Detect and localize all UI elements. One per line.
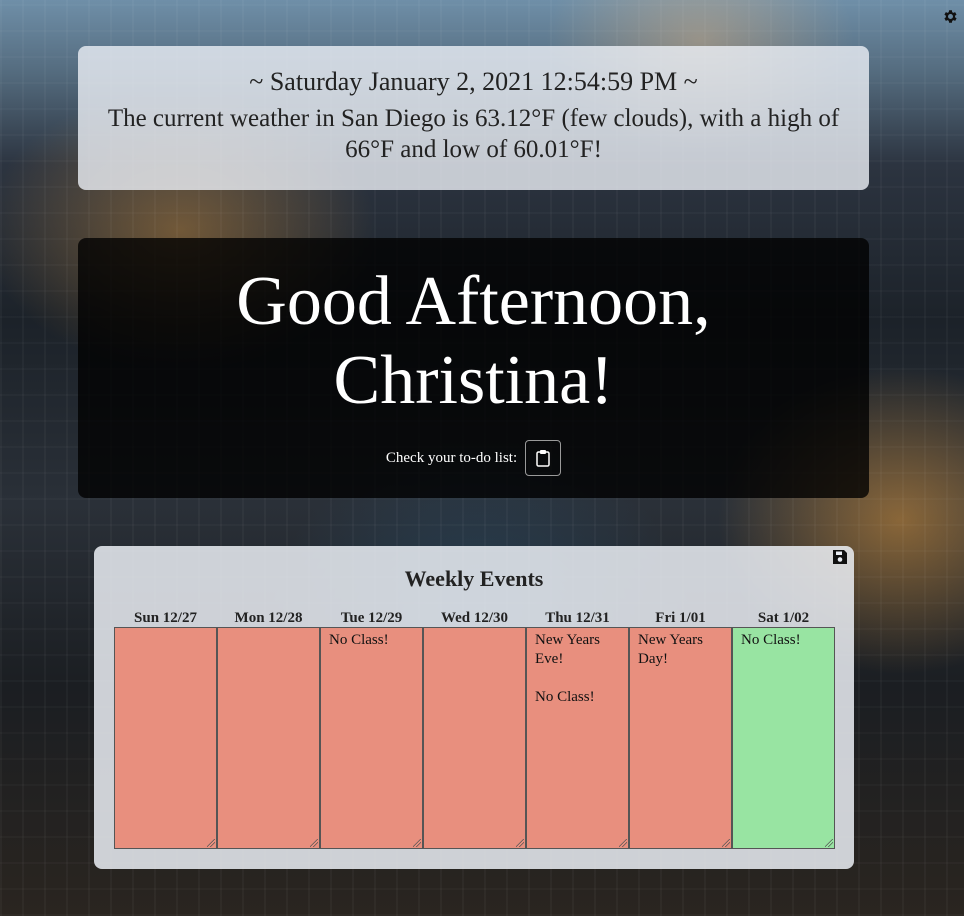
day-header: Mon 12/28 [234,610,303,626]
todo-label: Check your to-do list: [385,449,518,466]
clipboard-icon [536,450,550,467]
day-column: Wed 12/30 [423,609,526,849]
day-column: Sat 1/02 No Class! [732,609,835,849]
resize-handle[interactable] [413,839,421,847]
day-header: Sun 12/27 [134,610,197,626]
weather-summary: The current weather in San Diego is 63.1… [107,105,840,163]
day-header: Tue 12/29 [340,610,403,626]
day-header: Sat 1/02 [757,610,810,626]
day-notes-textarea[interactable] [423,627,526,849]
resize-handle[interactable] [619,839,627,847]
weather-panel: ~ Saturday January 2, 2021 12:54:59 PM ~… [78,46,869,190]
resize-handle[interactable] [516,839,524,847]
save-button[interactable] [832,549,850,567]
week-days: Sun 12/27 Mon 12/28 Tue 12/29 No Class! Wed … [114,609,835,849]
events-title: Weekly Events [404,566,544,591]
todo-list-button[interactable] [525,440,562,476]
day-column: Sun 12/27 [114,609,217,849]
day-notes-text: New Years Day! [638,632,707,667]
day-notes-textarea[interactable]: No Class! [732,627,835,849]
day-notes-text: No Class! [741,632,801,648]
day-notes-textarea[interactable] [217,627,320,849]
resize-handle[interactable] [825,839,833,847]
day-notes-textarea[interactable]: New Years Day! [629,627,732,849]
day-column: Fri 1/01 New Years Day! [629,609,732,849]
day-header: Fri 1/01 [655,610,706,626]
day-notes-textarea[interactable]: No Class! [320,627,423,849]
resize-handle[interactable] [207,839,215,847]
weekly-events-panel: Weekly Events Sun 12/27 Mon 12/28 Tue 12/2… [94,546,854,869]
resize-handle[interactable] [310,839,318,847]
day-notes-textarea[interactable] [114,627,217,849]
greeting-heading: Good Afternoon, Christina! [78,238,869,420]
todo-row: Check your to-do list: [78,440,869,476]
day-column: Mon 12/28 [217,609,320,849]
day-column: Thu 12/31 New Years Eve! No Class! [526,609,629,849]
greeting-line: Good Afternoon, [236,263,711,340]
day-header: Wed 12/30 [440,610,509,626]
day-notes-text: New Years Eve! No Class! [535,632,600,705]
day-notes-textarea[interactable]: New Years Eve! No Class! [526,627,629,849]
day-notes-text: No Class! [329,632,389,648]
date-time: ~ Saturday January 2, 2021 12:54:59 PM ~ [249,67,698,96]
day-column: Tue 12/29 No Class! [320,609,423,849]
greeting-panel: Good Afternoon, Christina! Check your to… [78,238,869,498]
gear-icon [943,9,957,23]
floppy-disk-icon [833,550,847,564]
resize-handle[interactable] [722,839,730,847]
settings-button[interactable] [940,6,960,26]
day-header: Thu 12/31 [545,610,610,626]
user-name: Christina! [333,342,614,419]
